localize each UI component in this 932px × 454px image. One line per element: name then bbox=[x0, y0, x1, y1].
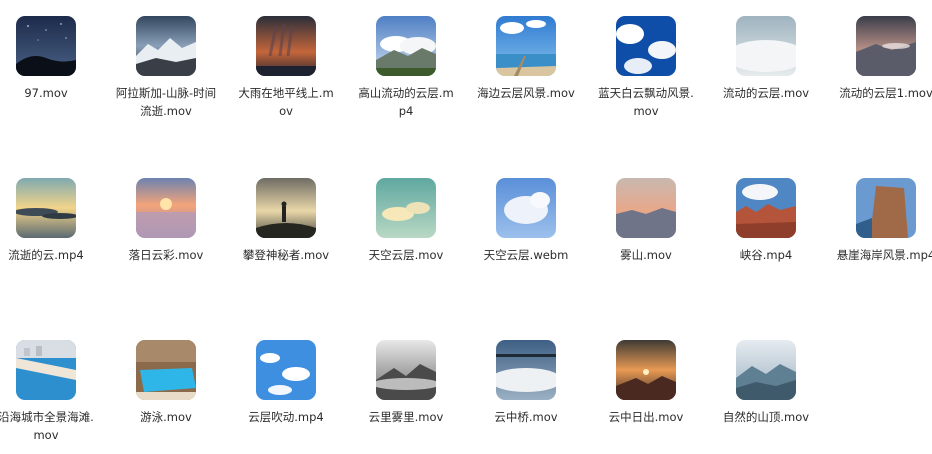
video-thumbnail bbox=[136, 340, 196, 400]
video-thumbnail bbox=[736, 16, 796, 76]
file-item[interactable]: 阿拉斯加-山脉-时间流逝.mov bbox=[111, 16, 221, 120]
file-name: 天空云层.mov bbox=[368, 248, 444, 262]
file-item[interactable]: 云中桥.mov bbox=[471, 340, 581, 426]
video-thumbnail bbox=[256, 340, 316, 400]
file-name: 攀登神秘者.mov bbox=[242, 248, 330, 262]
file-name: 沿海城市全景海滩.mov bbox=[0, 410, 94, 442]
file-name: 自然的山顶.mov bbox=[722, 410, 810, 424]
file-name: 97.mov bbox=[24, 86, 68, 100]
file-name: 流动的云层1.mov bbox=[839, 86, 932, 100]
video-thumbnail bbox=[856, 178, 916, 238]
video-thumbnail bbox=[136, 16, 196, 76]
file-name: 云里雾里.mov bbox=[368, 410, 444, 424]
file-item[interactable]: 雾山.mov bbox=[591, 178, 701, 264]
video-thumbnail bbox=[496, 178, 556, 238]
file-item[interactable]: 攀登神秘者.mov bbox=[231, 178, 341, 264]
file-item[interactable]: 峡谷.mp4 bbox=[711, 178, 821, 264]
file-item[interactable]: 海边云层风景.mov bbox=[471, 16, 581, 102]
file-name: 大雨在地平线上.mov bbox=[238, 86, 334, 118]
file-name: 悬崖海岸风景.mp4 bbox=[836, 248, 932, 262]
file-name: 流逝的云.mp4 bbox=[8, 248, 84, 262]
file-item[interactable]: 沿海城市全景海滩.mov bbox=[0, 340, 101, 444]
video-thumbnail bbox=[256, 178, 316, 238]
file-name: 海边云层风景.mov bbox=[477, 86, 575, 100]
file-item[interactable]: 大雨在地平线上.mov bbox=[231, 16, 341, 120]
file-item[interactable]: 云层吹动.mp4 bbox=[231, 340, 341, 426]
file-name: 云层吹动.mp4 bbox=[248, 410, 324, 424]
file-item[interactable]: 97.mov bbox=[0, 16, 101, 102]
file-grid: 97.mov 阿拉斯加-山脉-时间流逝.mov 大雨在地平线上.mov 高山流动… bbox=[0, 0, 932, 454]
video-thumbnail bbox=[856, 16, 916, 76]
video-thumbnail bbox=[616, 178, 676, 238]
video-thumbnail bbox=[616, 16, 676, 76]
file-name: 落日云彩.mov bbox=[128, 248, 204, 262]
file-item[interactable]: 流逝的云.mp4 bbox=[0, 178, 101, 264]
file-name: 峡谷.mp4 bbox=[739, 248, 793, 262]
file-item[interactable]: 流动的云层.mov bbox=[711, 16, 821, 102]
video-thumbnail bbox=[376, 178, 436, 238]
video-thumbnail bbox=[496, 16, 556, 76]
file-item[interactable]: 游泳.mov bbox=[111, 340, 221, 426]
video-thumbnail bbox=[496, 340, 556, 400]
video-thumbnail bbox=[736, 340, 796, 400]
video-thumbnail bbox=[616, 340, 676, 400]
video-thumbnail bbox=[376, 340, 436, 400]
file-name: 游泳.mov bbox=[140, 410, 192, 424]
video-thumbnail bbox=[16, 16, 76, 76]
file-item[interactable]: 天空云层.webm bbox=[471, 178, 581, 264]
file-item[interactable]: 悬崖海岸风景.mp4 bbox=[831, 178, 932, 264]
file-name: 雾山.mov bbox=[620, 248, 672, 262]
file-item[interactable]: 云里雾里.mov bbox=[351, 340, 461, 426]
file-name: 云中桥.mov bbox=[494, 410, 558, 424]
file-name: 高山流动的云层.mp4 bbox=[358, 86, 454, 118]
file-item[interactable]: 高山流动的云层.mp4 bbox=[351, 16, 461, 120]
file-name: 阿拉斯加-山脉-时间流逝.mov bbox=[115, 86, 217, 118]
file-name: 蓝天白云飘动风景.mov bbox=[598, 86, 694, 118]
video-thumbnail bbox=[256, 16, 316, 76]
file-item[interactable]: 自然的山顶.mov bbox=[711, 340, 821, 426]
file-item[interactable]: 天空云层.mov bbox=[351, 178, 461, 264]
file-name: 天空云层.webm bbox=[483, 248, 569, 262]
video-thumbnail bbox=[136, 178, 196, 238]
file-name: 云中日出.mov bbox=[608, 410, 684, 424]
video-thumbnail bbox=[376, 16, 436, 76]
file-item[interactable]: 蓝天白云飘动风景.mov bbox=[591, 16, 701, 120]
video-thumbnail bbox=[16, 340, 76, 400]
file-name: 流动的云层.mov bbox=[722, 86, 810, 100]
video-thumbnail bbox=[736, 178, 796, 238]
file-item[interactable]: 云中日出.mov bbox=[591, 340, 701, 426]
file-item[interactable]: 落日云彩.mov bbox=[111, 178, 221, 264]
file-item[interactable]: 流动的云层1.mov bbox=[831, 16, 932, 102]
video-thumbnail bbox=[16, 178, 76, 238]
